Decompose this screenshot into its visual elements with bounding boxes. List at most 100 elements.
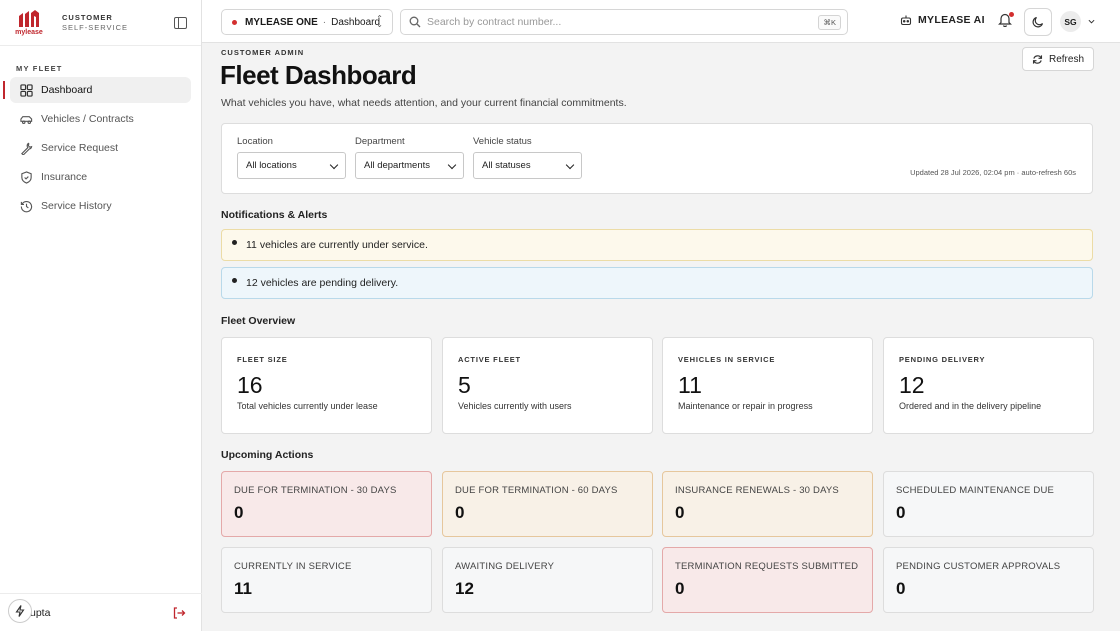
action-card-termination-60[interactable]: DUE FOR TERMINATION - 60 DAYS 0	[442, 471, 653, 537]
history-icon	[19, 199, 33, 213]
page-subtitle: What vehicles you have, what needs atten…	[221, 97, 627, 109]
sidebar-item-label: Vehicles / Contracts	[41, 113, 134, 125]
logout-icon[interactable]	[172, 606, 186, 620]
brand-line-2: SELF-SERVICE	[62, 22, 129, 32]
chevron-down-icon[interactable]	[1088, 18, 1095, 25]
location-filter-label: Location	[237, 136, 273, 147]
action-value: 0	[234, 503, 244, 522]
alert-bullet	[232, 278, 237, 283]
action-value: 0	[455, 503, 465, 522]
action-label: PENDING CUSTOMER APPROVALS	[896, 561, 1061, 572]
stat-value: 5	[458, 372, 471, 398]
ai-label: MYLEASE AI	[918, 14, 985, 26]
stat-card-pending-delivery[interactable]: PENDING DELIVERY 12 Ordered and in the d…	[883, 337, 1094, 434]
stat-label: FLEET SIZE	[237, 355, 288, 364]
stat-value: 11	[678, 372, 702, 398]
stat-description: Ordered and in the delivery pipeline	[899, 401, 1042, 411]
search-icon	[409, 16, 421, 28]
brand-line-1: CUSTOMER	[62, 12, 113, 22]
brand-header: mylease CUSTOMER SELF-SERVICE	[0, 0, 201, 46]
stat-description: Vehicles currently with users	[458, 401, 572, 411]
search-bar[interactable]: ⌘K	[400, 9, 848, 35]
sidebar-toggle-icon[interactable]	[174, 17, 187, 29]
mylease-ai-button[interactable]: MYLEASE AI	[900, 14, 985, 26]
car-icon	[19, 112, 33, 126]
action-value: 12	[455, 579, 474, 598]
brand-title: CUSTOMER SELF-SERVICE	[62, 13, 128, 33]
sidebar-item-service-history[interactable]: Service History	[10, 193, 191, 219]
sidebar-item-label: Service History	[41, 200, 112, 212]
action-label: DUE FOR TERMINATION - 30 DAYS	[234, 485, 397, 496]
page-eyebrow: CUSTOMER ADMIN	[221, 48, 305, 57]
stat-card-fleet-size[interactable]: FLEET SIZE 16 Total vehicles currently u…	[221, 337, 432, 434]
action-card-termination-30[interactable]: DUE FOR TERMINATION - 30 DAYS 0	[221, 471, 432, 537]
shortcut-badge: ⌘K	[818, 15, 841, 30]
shield-icon	[19, 170, 33, 184]
action-card-awaiting-delivery[interactable]: AWAITING DELIVERY 12	[442, 547, 653, 613]
action-label: AWAITING DELIVERY	[455, 561, 555, 572]
sidebar-item-label: Insurance	[41, 171, 88, 183]
stat-label: VEHICLES IN SERVICE	[678, 355, 776, 364]
sidebar-item-dashboard[interactable]: Dashboard	[3, 77, 191, 103]
logo-mark-icon	[19, 9, 39, 27]
action-value: 0	[675, 579, 685, 598]
action-label: CURRENTLY IN SERVICE	[234, 561, 352, 572]
lightning-icon[interactable]	[8, 599, 32, 623]
refresh-icon	[1032, 54, 1043, 64]
stat-value: 12	[899, 372, 925, 398]
refresh-button[interactable]: Refresh	[1022, 47, 1094, 71]
top-bar: MYLEASE ONE · Dashboard ⌃⌄ ⌘K MYLEASE AI…	[202, 0, 1120, 43]
sidebar-item-label: Dashboard	[41, 84, 93, 96]
status-filter-label: Vehicle status	[473, 136, 532, 147]
action-card-currently-in-service[interactable]: CURRENTLY IN SERVICE 11	[221, 547, 432, 613]
status-select[interactable]: All statuses	[473, 152, 582, 179]
action-card-pending-approvals[interactable]: PENDING CUSTOMER APPROVALS 0	[883, 547, 1094, 613]
search-input[interactable]	[427, 16, 807, 28]
page-title: Fleet Dashboard	[220, 60, 417, 90]
action-label: SCHEDULED MAINTENANCE DUE	[896, 485, 1055, 496]
sidebar-nav: Dashboard Vehicles / Contracts Service R…	[0, 77, 201, 219]
app-separator: ·	[322, 16, 327, 28]
mylease-logo[interactable]: mylease	[12, 8, 46, 38]
app-switcher[interactable]: MYLEASE ONE · Dashboard ⌃ ⌄	[221, 9, 393, 35]
alert-item: 11 vehicles are currently under service.	[221, 229, 1093, 261]
updown-chevron-icon: ⌃ ⌄	[376, 14, 383, 29]
department-select[interactable]: All departments	[355, 152, 464, 179]
action-card-termination-requests[interactable]: TERMINATION REQUESTS SUBMITTED 0	[662, 547, 873, 613]
location-filter: Location All locations	[237, 136, 346, 179]
wrench-icon	[19, 141, 33, 155]
stat-description: Maintenance or repair in progress	[678, 401, 813, 411]
department-filter: Department All departments	[355, 136, 464, 179]
alert-text: 11 vehicles are currently under service.	[246, 239, 428, 251]
sidebar-item-vehicles-contracts[interactable]: Vehicles / Contracts	[10, 106, 191, 132]
refresh-label: Refresh	[1048, 53, 1084, 65]
stat-card-vehicles-in-service[interactable]: VEHICLES IN SERVICE 11 Maintenance or re…	[662, 337, 873, 434]
stat-card-active-fleet[interactable]: ACTIVE FLEET 5 Vehicles currently with u…	[442, 337, 653, 434]
notifications-button[interactable]	[998, 12, 1014, 30]
app-page: Dashboard	[331, 16, 381, 28]
last-updated-text: Updated 28 Jul 2026, 02:04 pm · auto-ref…	[910, 168, 1076, 177]
location-select[interactable]: All locations	[237, 152, 346, 179]
robot-icon	[900, 15, 912, 26]
app-name: MYLEASE ONE	[245, 16, 318, 28]
action-card-insurance-renewals[interactable]: INSURANCE RENEWALS - 30 DAYS 0	[662, 471, 873, 537]
action-value: 11	[234, 579, 252, 598]
stat-value: 16	[237, 372, 263, 398]
sidebar: mylease CUSTOMER SELF-SERVICE MY FLEET D…	[0, 0, 202, 631]
app-status-dot	[232, 19, 237, 25]
dashboard-grid-icon	[19, 83, 33, 97]
action-label: TERMINATION REQUESTS SUBMITTED	[675, 561, 859, 572]
sidebar-item-insurance[interactable]: Insurance	[10, 164, 191, 190]
status-filter: Vehicle status All statuses	[473, 136, 582, 179]
department-filter-label: Department	[355, 136, 405, 147]
theme-toggle-button[interactable]	[1024, 8, 1052, 36]
action-card-scheduled-maintenance[interactable]: SCHEDULED MAINTENANCE DUE 0	[883, 471, 1094, 537]
actions-heading: Upcoming Actions	[221, 449, 314, 461]
sidebar-item-label: Service Request	[41, 142, 119, 154]
avatar[interactable]: SG	[1060, 11, 1081, 32]
action-value: 0	[896, 579, 906, 598]
stat-label: ACTIVE FLEET	[458, 355, 521, 364]
sidebar-item-service-request[interactable]: Service Request	[10, 135, 191, 161]
overview-heading: Fleet Overview	[221, 315, 296, 327]
alerts-heading: Notifications & Alerts	[221, 209, 328, 221]
